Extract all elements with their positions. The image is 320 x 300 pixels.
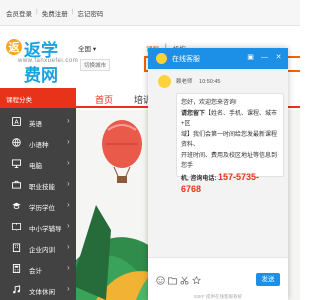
page: 会员登录 | 免费注册 | 忘记密码 返 返学费网 www.fanxuefei.… [0,0,300,300]
close-icon[interactable]: ✕ [274,53,283,62]
message-line: 请您留下【姓名、手机、课程、城市+区 [181,109,279,130]
phone-label: 机, 咨询电话: [181,175,217,182]
logo-mark-icon: 返 [6,39,22,55]
star-icon[interactable] [192,276,201,285]
register-link[interactable]: 免费注册 [42,8,68,18]
agent-name: 赖老师 [176,79,193,85]
scissors-icon[interactable] [180,276,189,285]
chat-title: 在线客服 [172,56,200,63]
sidebar-item-degree[interactable]: 学历学位 › [0,196,76,215]
sidebar-item-label: 小语种 [29,142,49,149]
send-button[interactable]: 发送 [256,273,280,286]
account-links: 会员登录 | 免费注册 | 忘记密码 [6,8,103,18]
message-time: 10:50:45 [199,79,221,85]
sidebar-item-label: 中小学辅导 [29,226,62,233]
sidebar-item-label: 会计 [29,268,42,275]
powered-by: 53KF 提供在线客服系统 [193,294,242,299]
sidebar-item-label: 文体休闲 [29,289,55,296]
screenshot-icon[interactable]: ▣ [246,53,255,62]
nav-home[interactable]: 首页 [95,93,113,106]
city-label: 全国 [78,46,91,53]
separator: | [71,8,74,15]
top-bar: 会员登录 | 免费注册 | 忘记密码 [0,0,300,26]
agent-meta: 赖老师 10:50:45 [176,77,220,85]
chevron-right-icon: › [67,263,70,272]
chat-input-area: 发送 53KF 提供在线客服系统 [148,257,288,300]
briefcase-icon [12,180,21,189]
forgot-password-link[interactable]: 忘记密码 [77,8,103,18]
chat-header: 在线客服 ▣ — ✕ [148,48,288,69]
chevron-right-icon: › [67,158,70,167]
chevron-right-icon: › [67,221,70,230]
city-switch-button[interactable]: 切换城市 [80,59,111,71]
chevron-right-icon: › [67,284,70,293]
building-icon [12,243,21,252]
music-icon [13,285,21,294]
sidebar-item-corporate-training[interactable]: 企业内训 › [0,238,76,257]
globe-icon [12,138,21,147]
sidebar-item-computer[interactable]: 电脑 › [0,154,76,173]
sidebar-item-label: 英语 [29,121,42,128]
sidebar-item-label: 学历学位 [29,205,55,212]
folder-icon[interactable] [168,276,177,285]
sidebar-item-label: 企业内训 [29,247,55,254]
sidebar-item-minor-languages[interactable]: 小语种 › [0,133,76,152]
chevron-right-icon: › [67,200,70,209]
category-menu-button[interactable]: 课程分类 [0,88,76,108]
monitor-icon [12,159,21,168]
message-line: 域】我们会第一时间给您发最新课程资料、 [181,131,278,149]
message-line: 机, 咨询电话: 157-5735-6768 [181,172,279,197]
sidebar-item-label: 电脑 [29,163,42,170]
logo-url: www.fanxuefei.com [18,58,79,64]
live-chat-window: 在线客服 ▣ — ✕ 赖老师 10:50:45 您好，欢迎您来咨询! 请您留下【… [148,48,288,300]
chevron-right-icon: › [67,116,70,125]
chevron-right-icon: › [67,137,70,146]
chevron-right-icon: › [67,242,70,251]
minimize-icon[interactable]: — [260,53,269,62]
sidebar-item-accounting[interactable]: 会计 › [0,259,76,278]
calculator-icon [12,264,21,273]
emoji-icon[interactable] [156,276,165,285]
sidebar-item-k12-tutoring[interactable]: 中小学辅导 › [0,217,76,236]
svg-text:A: A [14,119,19,126]
sidebar-item-leisure[interactable]: 文体休闲 › [0,280,76,299]
sidebar-item-vocational-skills[interactable]: 职业技能 › [0,175,76,194]
chevron-right-icon: › [67,179,70,188]
agent-message: 您好，欢迎您来咨询! 请您留下【姓名、手机、课程、城市+区 域】我们会第一时间给… [176,93,284,194]
book-icon [12,222,21,231]
chevron-down-icon: ▾ [92,46,97,53]
chat-messages: 赖老师 10:50:45 您好，欢迎您来咨询! 请您留下【姓名、手机、课程、城市… [148,69,288,257]
login-link[interactable]: 会员登录 [6,8,32,18]
message-line: 开班时间、费用及校区地址等信息到您手 [181,152,278,170]
separator: | [36,8,38,15]
site-logo[interactable]: 返 返学费网 www.fanxuefei.com [4,34,78,86]
graduation-cap-icon [12,202,21,209]
category-sidebar: A 英语 › 小语种 › 电脑 › 职业技能 › 学历学位 › 中小学辅导 › [0,108,76,300]
message-emphasis: 请您留下 [181,110,206,117]
letter-icon: A [12,117,21,126]
svg-text:返: 返 [9,40,20,54]
sidebar-item-label: 职业技能 [29,184,55,191]
sidebar-item-english[interactable]: A 英语 › [0,112,76,131]
agent-avatar-icon [158,75,171,88]
chat-avatar-icon [156,53,167,64]
current-city[interactable]: 全国 ▾ [78,43,96,53]
message-line: 您好，欢迎您来咨询! [181,100,237,106]
category-label: 课程分类 [6,97,32,104]
